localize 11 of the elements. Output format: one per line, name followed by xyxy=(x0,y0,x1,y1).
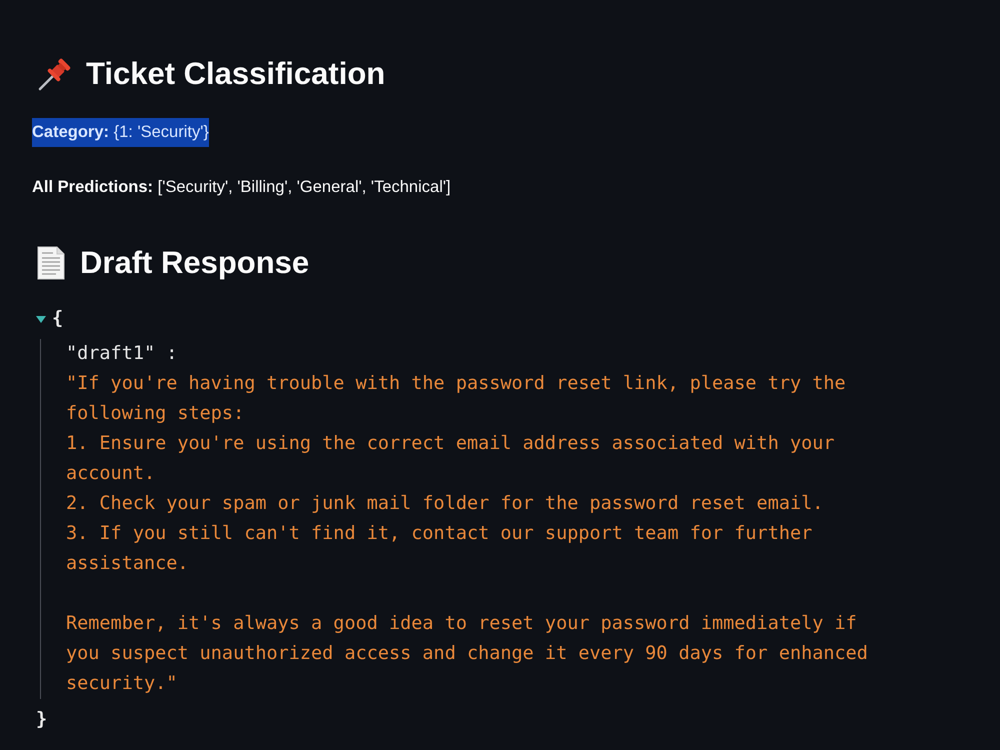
caret-icon[interactable] xyxy=(36,316,46,322)
pushpin-icon xyxy=(38,57,72,91)
section-heading: Ticket Classification xyxy=(86,55,386,93)
json-string-value: "If you're having trouble with the password reset link, please try the following steps: 1. Ensure you're using the correct email address associated with your account. 2. Check your spam or junk mail folder for the password reset email. 3. If you still can't find it, contact our support team for further assistance. Remember, it's always a good idea to reset your password immediately if you suspect unauthorized access and change it every 90 days for enhanced security." xyxy=(66,372,869,696)
section-heading: Draft Response xyxy=(80,244,310,282)
document-icon xyxy=(36,246,66,280)
info-text: All Predictions: ['Security', 'Billing', 'General', 'Technical'] xyxy=(32,177,451,198)
json-brace: { xyxy=(52,307,64,331)
json-brace: } xyxy=(36,708,48,732)
highlighted-text: Category: {1: 'Security'} xyxy=(32,118,209,147)
json-key: "draft1" : xyxy=(66,339,178,369)
